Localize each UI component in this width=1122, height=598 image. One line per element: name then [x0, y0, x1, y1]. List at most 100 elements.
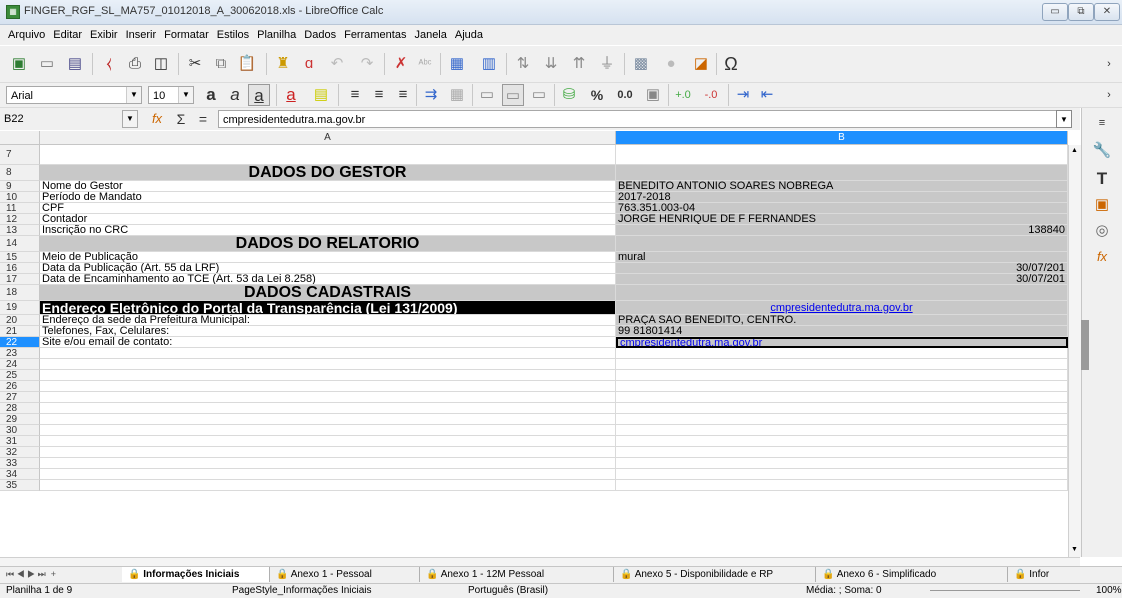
sum-icon[interactable]: Σ [170, 108, 192, 130]
cell-a24[interactable] [40, 359, 616, 370]
row-header[interactable]: 17 [0, 274, 40, 285]
row-header[interactable]: 35 [0, 480, 40, 491]
cell-b12[interactable]: JORGE HENRIQUE DE F FERNANDES [616, 214, 1068, 225]
autofilter-icon[interactable]: ⏚ [596, 53, 618, 75]
open-icon[interactable]: ▭ [36, 53, 58, 75]
row-header[interactable]: 32 [0, 447, 40, 458]
tab-anexo5[interactable]: 🔒 Anexo 5 - Disponibilidade e RP [614, 567, 816, 582]
properties-icon[interactable]: 🔧 [1091, 140, 1113, 162]
spreadsheet-grid[interactable]: A B 7 8 DADOS DO GESTOR 9 Nome do Gestor BENE… [0, 131, 1080, 557]
cell-b14[interactable] [616, 236, 1068, 252]
special-character-icon[interactable]: Ω [720, 53, 742, 75]
menu-inserir[interactable]: Inserir [122, 25, 161, 45]
menu-editar[interactable]: Editar [49, 25, 86, 45]
row-header[interactable]: 14 [0, 236, 40, 252]
menu-dados[interactable]: Dados [300, 25, 340, 45]
cell-a31[interactable] [40, 436, 616, 447]
number-format-icon[interactable]: 0.0 [610, 84, 640, 106]
clone-formatting-icon[interactable]: ♜ [272, 53, 294, 75]
cell-b32[interactable] [616, 447, 1068, 458]
tab-anexo6[interactable]: 🔒 Anexo 6 - Simplificado [816, 567, 1008, 582]
align-left-icon[interactable]: ≡ [344, 84, 366, 106]
cell-a30[interactable] [40, 425, 616, 436]
undo-icon[interactable]: ↶ [326, 53, 348, 75]
toolbar-overflow-icon[interactable]: › [1098, 53, 1120, 75]
wrap-text-icon[interactable]: ⇉ [420, 84, 442, 106]
find-replace-icon[interactable]: ✗ [390, 53, 412, 75]
cell-a29[interactable] [40, 414, 616, 425]
cell-a8[interactable]: DADOS DO GESTOR [40, 165, 616, 181]
row-header[interactable]: 18 [0, 285, 40, 301]
add-decimal-icon[interactable]: +.0 [672, 84, 694, 106]
select-all-corner[interactable] [0, 131, 40, 145]
cell-b27[interactable] [616, 392, 1068, 403]
cell-b16[interactable]: 30/07/201 [616, 263, 1068, 274]
image-icon[interactable]: ▩ [630, 53, 652, 75]
row-header[interactable]: 8 [0, 165, 40, 181]
styles-icon[interactable]: T [1091, 168, 1113, 190]
cell-a17[interactable]: Data de Encaminhamento ao TCE (Art. 53 d… [40, 274, 616, 285]
cell-a25[interactable] [40, 370, 616, 381]
cell-b30[interactable] [616, 425, 1068, 436]
cell-b31[interactable] [616, 436, 1068, 447]
cell-a26[interactable] [40, 381, 616, 392]
underline-icon[interactable]: a [248, 84, 270, 106]
sort-ascending-icon[interactable]: ⇊ [540, 53, 562, 75]
cell-a9[interactable]: Nome do Gestor [40, 181, 616, 192]
row-header[interactable]: 9 [0, 181, 40, 192]
chevron-down-icon[interactable]: ▼ [178, 87, 193, 103]
row-header[interactable]: 7 [0, 145, 40, 165]
cell-a23[interactable] [40, 348, 616, 359]
cell-b29[interactable] [616, 414, 1068, 425]
font-size-box[interactable]: 10 ▼ [148, 86, 194, 104]
highlight-color-icon[interactable]: ▤ [310, 84, 332, 106]
cell-b28[interactable] [616, 403, 1068, 414]
pivot-table-icon[interactable]: ◪ [690, 53, 712, 75]
row-header[interactable]: 25 [0, 370, 40, 381]
cell-b13[interactable]: 138840 [616, 225, 1068, 236]
italic-icon[interactable]: a [224, 84, 246, 106]
decrease-indent-icon[interactable]: ⇤ [756, 84, 778, 106]
tab-informacoes-iniciais[interactable]: 🔒 Informações Iniciais [122, 567, 270, 582]
cell-b23[interactable] [616, 348, 1068, 359]
row-header[interactable]: 24 [0, 359, 40, 370]
row-header[interactable]: 10 [0, 192, 40, 203]
scroll-up-icon[interactable]: ▲ [1070, 147, 1079, 156]
menu-ajuda[interactable]: Ajuda [451, 25, 487, 45]
row-header[interactable]: 23 [0, 348, 40, 359]
row-header[interactable]: 15 [0, 252, 40, 263]
selection-sum[interactable]: Média: ; Soma: 0 [806, 584, 882, 598]
copy-icon[interactable]: ⧉ [210, 53, 232, 75]
cell-a28[interactable] [40, 403, 616, 414]
cell-a13[interactable]: Inscrição no CRC [40, 225, 616, 236]
align-center-icon[interactable]: ≡ [368, 84, 390, 106]
font-color-icon[interactable]: a [280, 84, 302, 106]
cell-b8[interactable] [616, 165, 1068, 181]
expand-formula-icon[interactable]: ▼ [1056, 110, 1072, 128]
navigator-icon[interactable]: ◎ [1091, 220, 1113, 242]
cell-a35[interactable] [40, 480, 616, 491]
print-icon[interactable]: ⎙ [124, 53, 146, 75]
cell-a7[interactable] [40, 145, 616, 165]
minimize-button[interactable]: ▭ [1042, 3, 1068, 21]
cell-b10[interactable]: 2017-2018 [616, 192, 1068, 203]
row-header[interactable]: 26 [0, 381, 40, 392]
cell-b9[interactable]: BENEDITO ANTONIO SOARES NOBREGA [616, 181, 1068, 192]
menu-ferramentas[interactable]: Ferramentas [340, 25, 410, 45]
row-header[interactable]: 13 [0, 225, 40, 236]
save-icon[interactable]: ▤ [64, 53, 86, 75]
menu-arquivo[interactable]: Arquivo [4, 25, 49, 45]
name-box[interactable]: B22 ▼ [0, 110, 140, 128]
cell-a27[interactable] [40, 392, 616, 403]
cut-icon[interactable]: ✂ [184, 53, 206, 75]
function-wizard-icon[interactable]: fx [146, 108, 168, 130]
cell-b17[interactable]: 30/07/201 [616, 274, 1068, 285]
currency-format-icon[interactable]: ⛁ [558, 84, 580, 106]
new-document-icon[interactable]: ▣ [8, 53, 30, 75]
cell-a14[interactable]: DADOS DO RELATÓRIO [40, 236, 616, 252]
column-header-a[interactable]: A [40, 131, 616, 145]
gallery-icon[interactable]: ▣ [1091, 194, 1113, 216]
cell-b22[interactable]: cmpresidentedutra.ma.gov.br [616, 337, 1068, 348]
cell-a11[interactable]: CPF [40, 203, 616, 214]
chart-icon[interactable]: ● [660, 53, 682, 75]
